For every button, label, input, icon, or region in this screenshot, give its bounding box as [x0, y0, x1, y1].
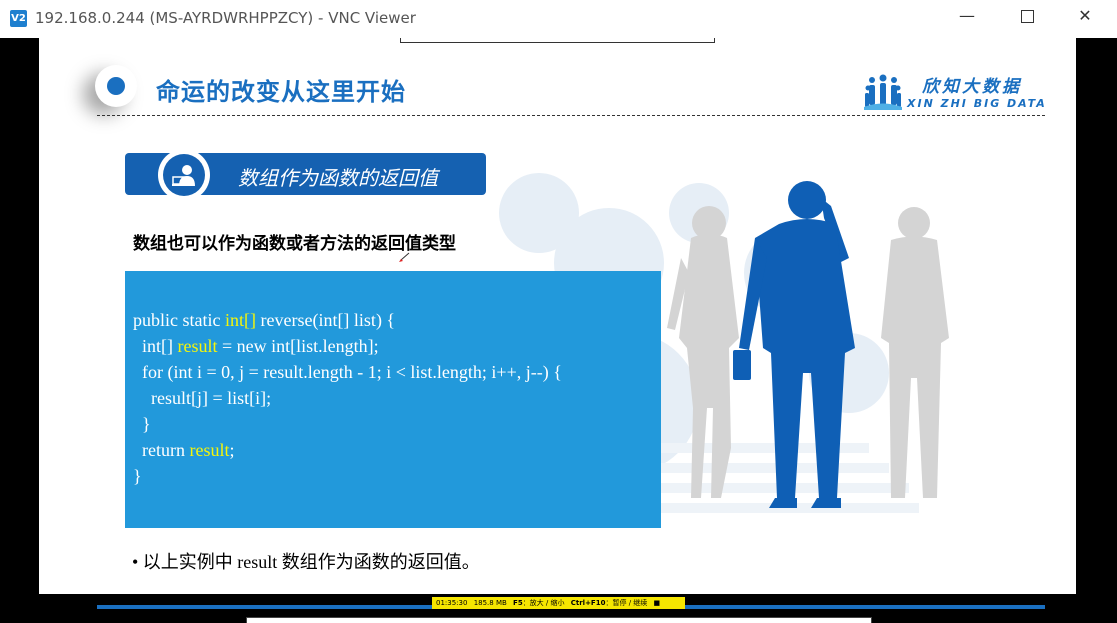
- header-bullet-icon: [95, 65, 137, 107]
- vnc-viewer-icon: V2: [10, 10, 27, 27]
- bottom-window-fragment: [246, 617, 872, 623]
- status-ctrl-desc: ：暂停 / 继续: [605, 599, 648, 607]
- bullet-note: • 以上实例中 result 数组作为函数的返回值。: [132, 552, 480, 572]
- minimize-button[interactable]: —: [944, 6, 990, 32]
- brand-logo-icon: [864, 74, 902, 110]
- code-line: public static int[] reverse(int[] list) …: [133, 310, 396, 330]
- header-divider: [97, 115, 1045, 116]
- window-title: 192.168.0.244 (MS-AYRDWRHPPZCY) - VNC Vi…: [35, 9, 416, 27]
- section-title: 数组作为函数的返回值: [238, 166, 438, 190]
- remote-desktop-view[interactable]: 命运的改变从这里开始 欣知大数据 XIN ZHI BIG DATA 数组作为函数…: [0, 38, 1117, 623]
- stop-icon[interactable]: ■: [654, 599, 661, 607]
- maximize-icon: [1020, 10, 1034, 23]
- brand-name-en: XIN ZHI BIG DATA: [907, 97, 1047, 110]
- user-laptop-icon: [172, 165, 195, 186]
- status-f5-desc: ：放大 / 缩小: [522, 599, 565, 607]
- code-line: result[j] = list[i];: [133, 388, 272, 408]
- brand-name-cn: 欣知大数据: [922, 77, 1022, 97]
- status-f5-key: F5: [513, 599, 523, 607]
- presentation-slide: 命运的改变从这里开始 欣知大数据 XIN ZHI BIG DATA 数组作为函数…: [39, 38, 1076, 594]
- code-line: }: [133, 466, 142, 486]
- recording-status-bar[interactable]: 01:35:30 185.8 MB F5：放大 / 缩小 Ctrl+F10：暂停…: [432, 597, 685, 609]
- code-line: for (int i = 0, j = result.length - 1; i…: [133, 362, 562, 382]
- slide-title: 命运的改变从这里开始: [156, 78, 406, 106]
- status-memory: 185.8 MB: [473, 599, 507, 607]
- code-block: public static int[] reverse(int[] list) …: [125, 271, 661, 528]
- status-ctrl-key: Ctrl+F10: [570, 599, 606, 607]
- section-banner: 数组作为函数的返回值: [125, 149, 486, 201]
- code-line: int[] result = new int[list.length];: [133, 336, 379, 356]
- window-titlebar: V2 192.168.0.244 (MS-AYRDWRHPPZCY) - VNC…: [0, 0, 1117, 38]
- status-time: 01:35:30: [436, 599, 468, 607]
- mouse-cursor-icon: [399, 252, 410, 262]
- close-button[interactable]: ✕: [1062, 6, 1108, 32]
- slide-subtitle: 数组也可以作为函数或者方法的返回值类型: [133, 234, 456, 254]
- code-line: }: [133, 414, 151, 434]
- code-line: return result;: [133, 440, 235, 460]
- maximize-button[interactable]: [1004, 6, 1050, 32]
- business-people-illustration: [667, 181, 949, 508]
- top-window-fragment: [400, 38, 715, 43]
